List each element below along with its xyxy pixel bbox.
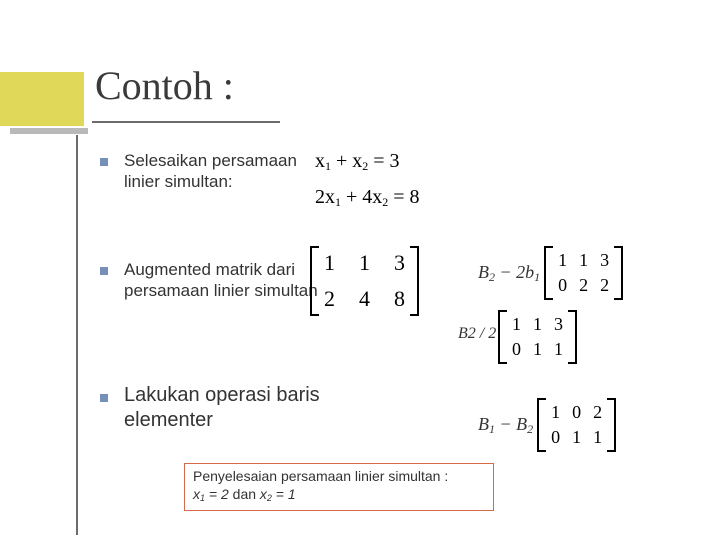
slide-title: Contoh : xyxy=(95,62,234,109)
eq-text: x xyxy=(315,150,325,172)
solution-heading: Penyelesaian persamaan linier simultan : xyxy=(193,467,485,485)
matrix-cell: 1 xyxy=(554,339,563,360)
eq-text: + x xyxy=(331,150,362,172)
matrix-cell: 1 xyxy=(593,427,602,448)
equation-1: x1 + x2 = 3 xyxy=(315,150,400,174)
title-underline xyxy=(92,121,280,123)
eq-text: + 4x xyxy=(341,186,382,208)
bullet-square-icon xyxy=(100,394,108,402)
row-op-result-1: B2 − 2b1 1 0 1 2 3 2 xyxy=(478,246,623,300)
matrix-cell: 1 xyxy=(512,314,521,335)
matrix-cell: 0 xyxy=(558,275,567,296)
matrix-cell: 1 xyxy=(324,250,335,276)
matrix-cell: 2 xyxy=(600,275,609,296)
matrix-cell: 2 xyxy=(324,286,335,312)
eq-text: 2x xyxy=(315,186,335,208)
matrix-cell: 0 xyxy=(512,339,521,360)
matrix-cell: 1 xyxy=(533,339,542,360)
bullet-text: Lakukan operasi baris elementer xyxy=(124,383,334,433)
matrix-cell: 1 xyxy=(551,402,560,423)
matrix-cell: 4 xyxy=(359,286,370,312)
row-op-result-2: 1 0 1 1 3 1 xyxy=(498,310,577,364)
row-op-result-3: B1 − B2 1 0 0 1 2 1 xyxy=(478,398,616,452)
row-op-label: B2 − 2b1 xyxy=(478,262,540,285)
matrix-cell: 8 xyxy=(394,286,405,312)
equation-2: 2x1 + 4x2 = 8 xyxy=(315,186,420,210)
matrix-cell: 1 xyxy=(558,250,567,271)
matrix-cell: 0 xyxy=(551,427,560,448)
solution-box: Penyelesaian persamaan linier simultan :… xyxy=(184,463,494,511)
matrix-cell: 1 xyxy=(579,250,588,271)
title-shadow xyxy=(10,128,88,134)
bullet-square-icon xyxy=(100,267,108,275)
eq-text: = 3 xyxy=(368,150,399,172)
matrix-cell: 1 xyxy=(572,427,581,448)
row-op-label: B1 − B2 xyxy=(478,414,533,437)
bullet-text: Selesaikan persamaan linier simultan: xyxy=(124,150,324,193)
matrix-cell: 2 xyxy=(579,275,588,296)
augmented-matrix: 1 2 1 4 3 8 xyxy=(310,246,419,316)
eq-text: = 8 xyxy=(388,186,419,208)
row-op-label: B2 / 2 xyxy=(458,325,496,343)
matrix-cell: 1 xyxy=(359,250,370,276)
matrix-cell: 0 xyxy=(572,402,581,423)
solution-values: x1 = 2 dan x2 = 1 xyxy=(193,485,485,505)
matrix-cell: 3 xyxy=(600,250,609,271)
title-accent-block xyxy=(0,72,84,126)
matrix-cell: 1 xyxy=(533,314,542,335)
matrix-cell: 2 xyxy=(593,402,602,423)
matrix-cell: 3 xyxy=(554,314,563,335)
bullet-square-icon xyxy=(100,158,108,166)
matrix-cell: 3 xyxy=(394,250,405,276)
bullet-text: Augmented matrik dari persamaan linier s… xyxy=(124,259,324,302)
vertical-rule xyxy=(76,135,78,535)
